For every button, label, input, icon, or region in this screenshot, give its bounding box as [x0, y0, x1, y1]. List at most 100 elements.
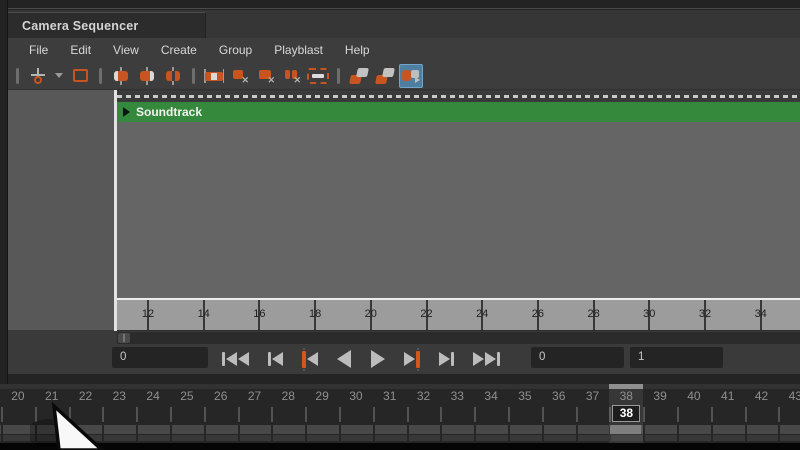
menu-help[interactable]: Help: [334, 40, 381, 60]
play-forwards-icon[interactable]: [369, 348, 387, 370]
menu-bar: File Edit View Create Group Playblast He…: [8, 38, 800, 62]
clip-copy-icon[interactable]: ✕: [254, 64, 278, 88]
frame-number-label: 29: [315, 389, 329, 403]
scrollbar-handle[interactable]: ❙: [118, 333, 130, 343]
frame-cell[interactable]: 36: [542, 384, 576, 443]
window-bottom-border: [0, 443, 800, 450]
frame-cell[interactable]: 37: [576, 384, 610, 443]
tool-dropdown-caret-icon[interactable]: [55, 73, 63, 78]
frame-cell[interactable]: 31: [373, 384, 407, 443]
current-frame-marker: [609, 384, 644, 389]
frame-number-label: 21: [45, 389, 59, 403]
frame-number-label: 38: [619, 389, 633, 403]
playblast-shot-icon[interactable]: [399, 63, 423, 88]
frame-cell[interactable]: 21: [35, 384, 69, 443]
go-to-start-icon[interactable]: [220, 350, 251, 368]
menu-file[interactable]: File: [18, 40, 59, 60]
frame-number-label: 42: [754, 389, 769, 403]
horizontal-scrollbar[interactable]: ❙: [117, 332, 800, 344]
move-tool-icon[interactable]: [26, 64, 50, 88]
ruler-tick-12: 12: [142, 300, 154, 330]
ungroup-shots-icon[interactable]: [373, 64, 397, 88]
sequencer-ruler[interactable]: 12 14 16 18 20 22 24 26 28 30 32 34: [117, 300, 800, 331]
menu-edit[interactable]: Edit: [59, 40, 102, 60]
frame-number-label: 34: [484, 389, 498, 403]
frame-cell[interactable]: 32: [407, 384, 441, 443]
menu-playblast[interactable]: Playblast: [263, 40, 334, 60]
clip-cut-icon[interactable]: ✕: [228, 64, 252, 88]
step-back-key-icon[interactable]: [300, 347, 320, 371]
frame-cell[interactable]: 23: [102, 384, 136, 443]
frame-cell[interactable]: 22: [69, 384, 103, 443]
menu-view[interactable]: View: [102, 40, 150, 60]
frame-cell[interactable]: 41: [711, 384, 745, 443]
step-back-frame-icon[interactable]: [266, 350, 285, 368]
frame-cell[interactable]: 20: [1, 384, 35, 443]
transport-controls: [220, 344, 502, 374]
frame-number-label: 28: [281, 389, 295, 403]
frame-number-label: 25: [180, 389, 194, 403]
ruler-tick-label: 24: [476, 308, 489, 320]
step-forward-frame-icon[interactable]: [437, 350, 456, 368]
tab-camera-sequencer[interactable]: Camera Sequencer: [8, 12, 206, 38]
play-backwards-icon[interactable]: [335, 348, 353, 370]
current-frame-value-box[interactable]: 38: [612, 405, 641, 422]
range-start-field[interactable]: 0: [531, 347, 624, 368]
time-slider[interactable]: 20 21 22 23 24 25 26 27 28 29 30 31 32 33 34 35 36 37 38 38…: [0, 384, 800, 443]
frame-cell[interactable]: 40: [677, 384, 711, 443]
frame-cell[interactable]: 25: [170, 384, 204, 443]
frame-cell[interactable]: 39: [643, 384, 677, 443]
ruler-tick-label: 30: [643, 308, 656, 320]
range-end-field[interactable]: 1: [630, 347, 723, 368]
clip-trim-end-icon[interactable]: [135, 64, 159, 88]
toolbar-separator: [192, 67, 195, 84]
panel-focus-dashed-border: [117, 95, 800, 98]
ruler-tick-16: 16: [253, 300, 266, 330]
track-header-gutter: [8, 90, 114, 330]
step-forward-key-icon[interactable]: [402, 347, 422, 371]
clip-split-icon[interactable]: [161, 64, 185, 88]
frame-number-label: 43: [788, 389, 800, 403]
menu-create[interactable]: Create: [150, 40, 208, 60]
ruler-tick-label: 22: [420, 308, 433, 320]
frame-cell[interactable]: 26: [204, 384, 238, 443]
current-frame-cell[interactable]: 38 38: [609, 384, 644, 443]
marquee-select-icon[interactable]: [68, 64, 92, 88]
frame-cell[interactable]: 27: [238, 384, 272, 443]
ruler-tick-label: 18: [308, 308, 322, 320]
ruler-tick-14: 14: [198, 300, 210, 330]
frame-number-label: 23: [112, 389, 126, 403]
soundtrack-track[interactable]: Soundtrack: [117, 102, 800, 122]
frame-cell[interactable]: 30: [339, 384, 373, 443]
toolbar-separator: [337, 67, 340, 84]
frame-cell[interactable]: 35: [508, 384, 542, 443]
frame-cell[interactable]: 33: [440, 384, 474, 443]
ripple-edit-icon[interactable]: [306, 64, 330, 88]
group-shots-icon[interactable]: [347, 64, 371, 88]
frame-cell[interactable]: 24: [136, 384, 170, 443]
expand-arrow-icon[interactable]: [123, 107, 130, 117]
current-time-field[interactable]: 0: [112, 347, 208, 368]
ruler-tick-label: 28: [587, 308, 600, 320]
clip-trim-start-icon[interactable]: [109, 64, 133, 88]
frame-cell[interactable]: 42: [745, 384, 779, 443]
ruler-tick-label: 26: [531, 308, 545, 320]
go-to-end-icon[interactable]: [471, 350, 502, 368]
frame-number-label: 35: [518, 389, 532, 403]
toolbar-separator: [99, 67, 102, 84]
frame-number-label: 31: [383, 389, 397, 403]
frame-cell[interactable]: 34: [474, 384, 508, 443]
frame-cell[interactable]: 28: [271, 384, 305, 443]
ruler-tick-label: 20: [364, 308, 377, 320]
ruler-tick-label: 32: [698, 308, 712, 320]
clip-paste-icon[interactable]: ✕: [280, 64, 304, 88]
frame-number-label: 41: [721, 389, 735, 403]
shot-track-area[interactable]: [117, 122, 800, 298]
panel-tab-bar: Camera Sequencer: [8, 10, 800, 38]
sequencer-main-area: Soundtrack 12 14 16 18 20 22 24 26 28 30 32 34 ❙: [8, 90, 800, 344]
frame-cell[interactable]: 43: [778, 384, 800, 443]
ruler-tick-32: 32: [699, 300, 711, 330]
menu-group[interactable]: Group: [208, 40, 263, 60]
clip-extend-icon[interactable]: [202, 64, 226, 88]
frame-cell[interactable]: 29: [305, 384, 339, 443]
